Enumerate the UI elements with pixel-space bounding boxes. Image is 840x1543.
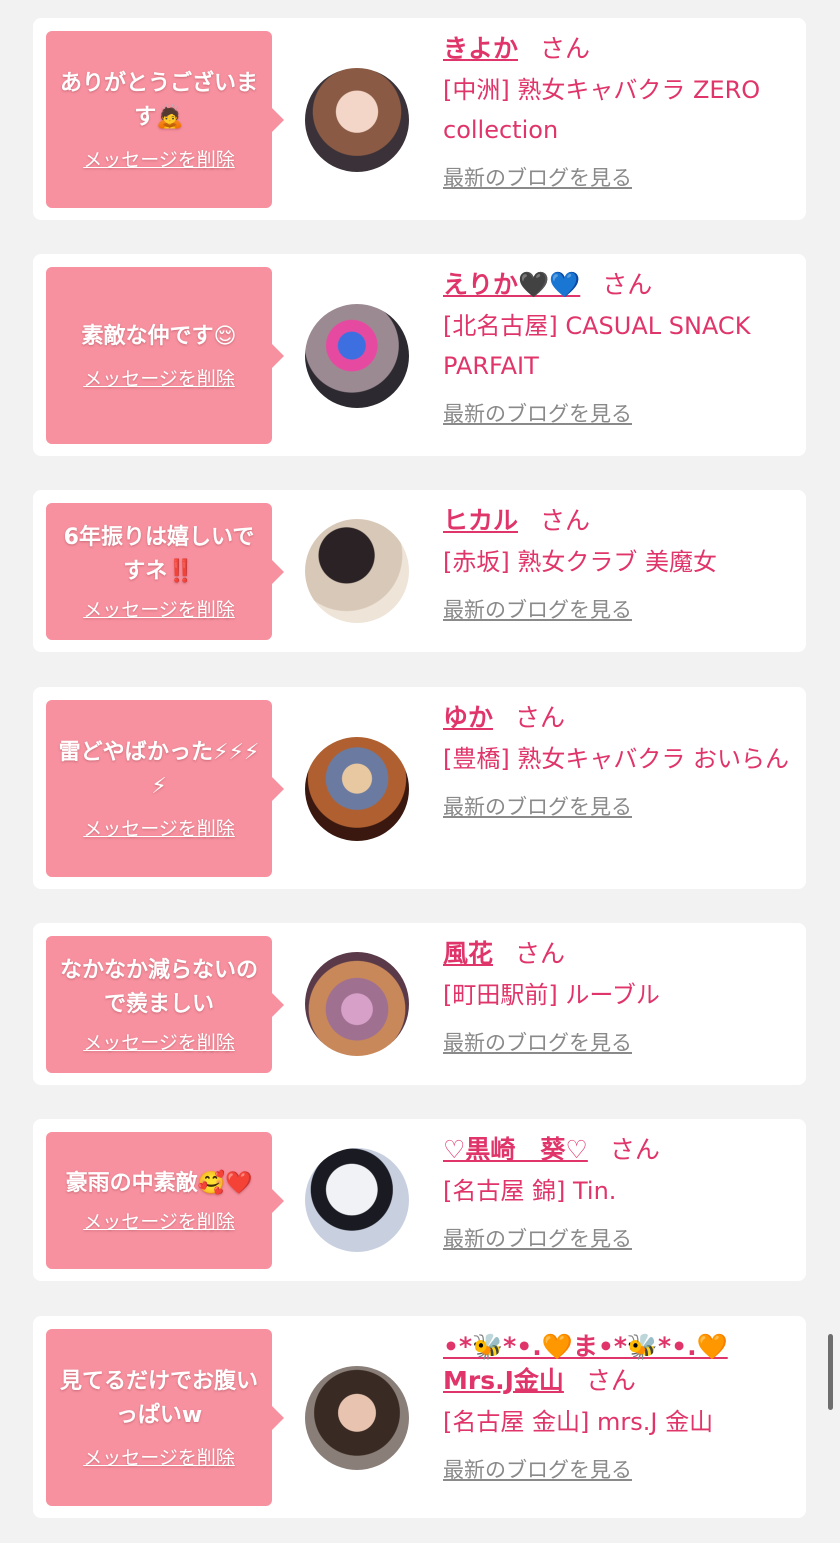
cast-info: •*🐝*•.🧡ま•*🐝*•.🧡Mrs.J金山 さん [名古屋 金山] mrs.J … (443, 1330, 794, 1484)
shop-text: [豊橋] 熟女キャバクラ おいらん (443, 745, 789, 773)
cast-info: えりか🖤💙 さん [北名古屋] CASUAL SNACK PARFAIT 最新のブ… (443, 268, 794, 428)
message-text: 6年振りは嬉しいですネ‼️ (63, 525, 255, 584)
avatar[interactable] (305, 68, 409, 172)
shop-text: [北名古屋] CASUAL SNACK PARFAIT (443, 312, 751, 380)
latest-blog-link[interactable]: 最新のブログを見る (443, 162, 632, 192)
message-text: なかなか減らないので羨ましい (59, 958, 258, 1017)
message-text: 素敵な仲です😌 (81, 324, 237, 349)
message-card: 6年振りは嬉しいですネ‼️ メッセージを削除 ヒカル さん [赤坂] 熟女クラブ … (33, 490, 806, 652)
honorific: さん (540, 34, 591, 63)
latest-blog-link[interactable]: 最新のブログを見る (443, 791, 632, 821)
message-text: 雷どやばかった⚡⚡⚡⚡ (58, 740, 260, 799)
delete-message-link[interactable]: メッセージを削除 (83, 145, 235, 172)
honorific: さん (585, 1366, 636, 1395)
message-card: 見てるだけでお腹いっぱいw メッセージを削除 •*🐝*•.🧡ま•*🐝*•.🧡Mr… (33, 1316, 806, 1518)
latest-blog-link[interactable]: 最新のブログを見る (443, 1223, 632, 1253)
message-bubble: 6年振りは嬉しいですネ‼️ メッセージを削除 (46, 503, 284, 640)
cast-info: ♡黒崎 葵♡ さん [名古屋 錦] Tin. 最新のブログを見る (443, 1133, 794, 1253)
honorific: さん (609, 1135, 660, 1164)
latest-blog-link[interactable]: 最新のブログを見る (443, 398, 632, 428)
shop-text: [名古屋 錦] Tin. (443, 1177, 617, 1205)
message-card: 素敵な仲です😌 メッセージを削除 えりか🖤💙 さん [北名古屋] CASUAL S… (33, 254, 806, 456)
avatar[interactable] (305, 1366, 409, 1470)
scrollbar[interactable] (828, 1334, 833, 1410)
message-bubble: 見てるだけでお腹いっぱいw メッセージを削除 (46, 1329, 284, 1506)
delete-message-link[interactable]: メッセージを削除 (83, 1443, 235, 1470)
avatar[interactable] (305, 519, 409, 623)
avatar[interactable] (305, 1148, 409, 1252)
cast-info: 風花 さん [町田駅前] ルーブル 最新のブログを見る (443, 937, 794, 1057)
avatar[interactable] (305, 952, 409, 1056)
message-card: ありがとうございます🙇 メッセージを削除 きよか さん [中洲] 熟女キャバクラ … (33, 18, 806, 220)
message-text: 豪雨の中素敵🥰❤️ (65, 1171, 253, 1196)
cast-name-link[interactable]: えりか🖤💙 (443, 270, 580, 299)
delete-message-link[interactable]: メッセージを削除 (83, 1207, 235, 1234)
honorific: さん (540, 506, 591, 535)
cast-name-link[interactable]: ゆか (443, 703, 493, 732)
cast-name-link[interactable]: ♡黒崎 葵♡ (443, 1135, 588, 1164)
latest-blog-link[interactable]: 最新のブログを見る (443, 594, 632, 624)
cast-name-link[interactable]: 風花 (443, 939, 493, 968)
message-bubble: ありがとうございます🙇 メッセージを削除 (46, 31, 284, 208)
message-bubble: 素敵な仲です😌 メッセージを削除 (46, 267, 284, 444)
cast-info: ゆか さん [豊橋] 熟女キャバクラ おいらん 最新のブログを見る (443, 701, 794, 821)
shop-text: [名古屋 金山] mrs.J 金山 (443, 1408, 714, 1436)
shop-text: [赤坂] 熟女クラブ 美魔女 (443, 548, 717, 576)
honorific: さん (602, 270, 653, 299)
message-text: 見てるだけでお腹いっぱいw (59, 1369, 258, 1428)
cast-info: きよか さん [中洲] 熟女キャバクラ ZERO collection 最新のブロ… (443, 32, 794, 192)
honorific: さん (515, 703, 566, 732)
message-card: なかなか減らないので羨ましい メッセージを削除 風花 さん [町田駅前] ルーブル… (33, 923, 806, 1085)
latest-blog-link[interactable]: 最新のブログを見る (443, 1454, 632, 1484)
honorific: さん (515, 939, 566, 968)
cast-name-link[interactable]: きよか (443, 34, 518, 63)
message-bubble: 雷どやばかった⚡⚡⚡⚡ メッセージを削除 (46, 700, 284, 877)
message-text: ありがとうございます🙇 (59, 71, 258, 130)
cast-info: ヒカル さん [赤坂] 熟女クラブ 美魔女 最新のブログを見る (443, 504, 794, 624)
shop-text: [中洲] 熟女キャバクラ ZERO collection (443, 76, 761, 144)
message-card: 雷どやばかった⚡⚡⚡⚡ メッセージを削除 ゆか さん [豊橋] 熟女キャバクラ お… (33, 687, 806, 889)
message-card: 豪雨の中素敵🥰❤️ メッセージを削除 ♡黒崎 葵♡ さん [名古屋 錦] Tin.… (33, 1119, 806, 1281)
delete-message-link[interactable]: メッセージを削除 (83, 814, 235, 841)
shop-text: [町田駅前] ルーブル (443, 981, 660, 1009)
latest-blog-link[interactable]: 最新のブログを見る (443, 1027, 632, 1057)
avatar[interactable] (305, 737, 409, 841)
avatar[interactable] (305, 304, 409, 408)
message-bubble: 豪雨の中素敵🥰❤️ メッセージを削除 (46, 1132, 284, 1269)
message-bubble: なかなか減らないので羨ましい メッセージを削除 (46, 936, 284, 1073)
delete-message-link[interactable]: メッセージを削除 (83, 1028, 235, 1055)
delete-message-link[interactable]: メッセージを削除 (83, 595, 235, 622)
delete-message-link[interactable]: メッセージを削除 (83, 364, 235, 391)
cast-name-link[interactable]: ヒカル (443, 506, 518, 535)
